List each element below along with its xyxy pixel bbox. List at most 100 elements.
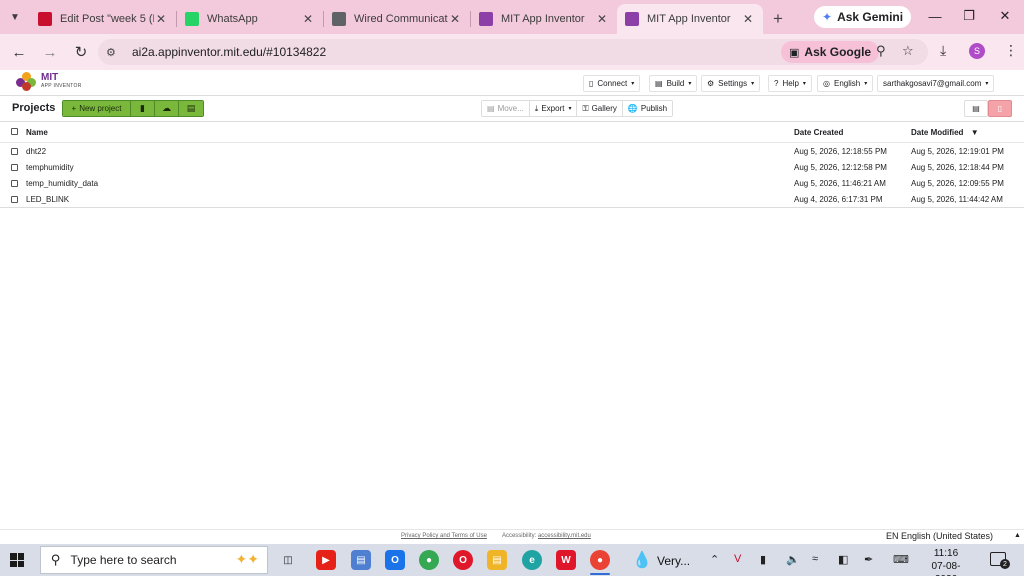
table-row[interactable]: dht22 Aug 5, 2026, 12:18:55 PM Aug 5, 2026…: [0, 144, 1024, 160]
tab-close-icon[interactable]: ✕: [154, 12, 168, 26]
download-project-button[interactable]: ☁: [155, 101, 179, 116]
reload-icon[interactable]: ↻: [67, 38, 95, 66]
table-row[interactable]: temphumidity Aug 5, 2026, 12:12:58 PM Aug …: [0, 160, 1024, 176]
opera-icon[interactable]: O: [453, 550, 473, 570]
folder-icon: ▤: [972, 104, 980, 113]
publish-button[interactable]: 🌐 Publish: [622, 101, 673, 116]
new-folder-button[interactable]: ▤: [179, 101, 203, 116]
menu-build[interactable]: ▤ Build ▾: [649, 75, 698, 92]
restore-icon[interactable]: ❐: [952, 0, 986, 32]
weather-label[interactable]: Very...: [657, 554, 690, 568]
tab-search-icon[interactable]: ▼: [4, 6, 26, 28]
ask-gemini-button[interactable]: ✦ Ask Gemini: [814, 6, 912, 28]
tab-close-icon[interactable]: ✕: [448, 12, 462, 26]
app-inventor-icon: [625, 12, 639, 26]
project-name[interactable]: dht22: [26, 147, 46, 156]
header-name[interactable]: Name: [26, 128, 48, 137]
notification-icon[interactable]: 2: [990, 552, 1010, 569]
profile-avatar[interactable]: S: [969, 43, 985, 59]
view-folders-button[interactable]: ▤: [964, 100, 988, 117]
app-inventor-logo[interactable]: MIT APP INVENTOR: [16, 72, 82, 92]
row-checkbox[interactable]: [11, 196, 18, 203]
show-hidden-icons-icon[interactable]: ⌃: [710, 553, 719, 566]
browser-tab[interactable]: Wired Communicatio ✕: [324, 4, 470, 34]
table-row[interactable]: temp_humidity_data Aug 5, 2026, 11:46:21 …: [0, 176, 1024, 192]
browser-tab[interactable]: MIT App Inventor ✕: [617, 4, 763, 34]
weather-water-icon[interactable]: 💧: [632, 550, 652, 570]
menu-connect[interactable]: ▯ Connect ▾: [583, 75, 641, 92]
close-window-icon[interactable]: ✕: [988, 0, 1022, 32]
address-bar[interactable]: ⚙ ai2a.appinventor.mit.edu/#10134822 ▣ A…: [98, 39, 928, 65]
edge-icon[interactable]: e: [522, 550, 542, 570]
date-modified: Aug 5, 2026, 11:44:42 AM: [911, 195, 1003, 204]
new-project-label: New project: [79, 104, 122, 113]
gallery-button[interactable]: ⚿ Gallery: [577, 101, 623, 116]
chrome-profile-icon[interactable]: ●: [590, 550, 610, 570]
download-icon[interactable]: ⤓: [940, 42, 946, 59]
zoom-search-icon[interactable]: ⚲: [876, 43, 886, 59]
youtube-icon[interactable]: ▶: [316, 550, 336, 570]
browser-tab[interactable]: Edit Post "week 5 (N ✕: [30, 4, 176, 34]
language-select[interactable]: EN English (United States): [886, 531, 993, 541]
browser-tab[interactable]: MIT App Inventor ✕: [471, 4, 617, 34]
chevron-updown-icon[interactable]: ▲︎: [1014, 532, 1021, 539]
ask-google-button[interactable]: ▣ Ask Google: [781, 41, 880, 63]
file-explorer-icon[interactable]: ▤: [487, 550, 507, 570]
bookmark-star-icon[interactable]: ☆: [902, 43, 914, 59]
project-name[interactable]: temp_humidity_data: [26, 179, 98, 188]
accessibility-link[interactable]: accessibility.mit.edu: [538, 533, 591, 539]
privacy-link[interactable]: Privacy Policy and Terms of Use: [401, 533, 487, 539]
trash-button[interactable]: ▯: [988, 100, 1012, 117]
wifi-icon[interactable]: ≈: [812, 553, 818, 565]
row-checkbox[interactable]: [11, 180, 18, 187]
new-tab-button[interactable]: +: [763, 4, 793, 34]
header-date-modified[interactable]: Date Modified ▼: [911, 128, 979, 137]
task-view-icon[interactable]: ◫: [278, 550, 298, 570]
back-arrow-icon[interactable]: ←: [5, 38, 33, 66]
tab-close-icon[interactable]: ✕: [595, 12, 609, 26]
forward-arrow-icon[interactable]: →: [36, 38, 64, 66]
vivaldi-tray-icon[interactable]: V: [734, 553, 741, 565]
date-created: Aug 5, 2026, 12:18:55 PM: [794, 147, 887, 156]
key-icon: ⚿: [582, 103, 589, 113]
url-text[interactable]: ai2a.appinventor.mit.edu/#10134822: [132, 45, 326, 59]
keyboard-icon[interactable]: ⌨: [893, 553, 909, 566]
outlook-icon[interactable]: O: [385, 550, 405, 570]
row-checkbox[interactable]: [11, 164, 18, 171]
volume-icon[interactable]: 🔈: [786, 553, 800, 566]
battery-icon[interactable]: ▮: [760, 553, 766, 566]
chevron-down-icon: ▾: [631, 81, 635, 87]
windows-start-icon[interactable]: [10, 553, 24, 567]
menu-globe[interactable]: ◎ English ▾: [817, 75, 874, 92]
menu-account[interactable]: sarthakgosavi7@gmail.com ▾: [877, 75, 995, 92]
menu-label: Connect: [597, 79, 628, 88]
notepad-icon[interactable]: ▤: [351, 550, 371, 570]
header-date-created[interactable]: Date Created: [794, 128, 843, 137]
move-button[interactable]: ▤ Move...: [482, 101, 530, 116]
row-checkbox[interactable]: [11, 148, 18, 155]
import-project-button[interactable]: ▮: [131, 101, 155, 116]
whatsapp-icon: [185, 12, 199, 26]
taskbar-clock[interactable]: 11:16 07-08-2026: [924, 547, 968, 576]
site-settings-icon[interactable]: ⚙: [106, 46, 126, 59]
table-row[interactable]: LED_BLINK Aug 4, 2026, 6:17:31 PM Aug 5, 2…: [0, 192, 1024, 208]
wps-office-icon[interactable]: W: [556, 550, 576, 570]
chrome-icon[interactable]: ●: [419, 550, 439, 570]
menu-help[interactable]: ? Help ▾: [768, 75, 812, 92]
device-icon[interactable]: ◧: [838, 553, 848, 566]
tab-close-icon[interactable]: ✕: [301, 12, 315, 26]
project-name[interactable]: LED_BLINK: [26, 195, 69, 204]
publish-label: Publish: [640, 104, 668, 113]
select-all-checkbox[interactable]: [11, 128, 18, 135]
taskbar-search[interactable]: ⚲ Type here to search ✦✦: [40, 546, 268, 574]
browser-tab[interactable]: WhatsApp ✕: [177, 4, 323, 34]
menu-gear[interactable]: ⚙ Settings ▾: [701, 75, 761, 92]
pen-icon[interactable]: ✒: [864, 553, 873, 566]
date-modified: Aug 5, 2026, 12:18:44 PM: [911, 163, 1004, 172]
export-button[interactable]: ⤓ Export ▾: [529, 101, 578, 116]
tab-close-icon[interactable]: ✕: [741, 12, 755, 26]
browser-menu-icon[interactable]: ⋮: [1004, 42, 1018, 59]
new-project-button[interactable]: + New project: [63, 101, 131, 116]
minimize-icon[interactable]: —: [918, 0, 952, 32]
project-name[interactable]: temphumidity: [26, 163, 74, 172]
